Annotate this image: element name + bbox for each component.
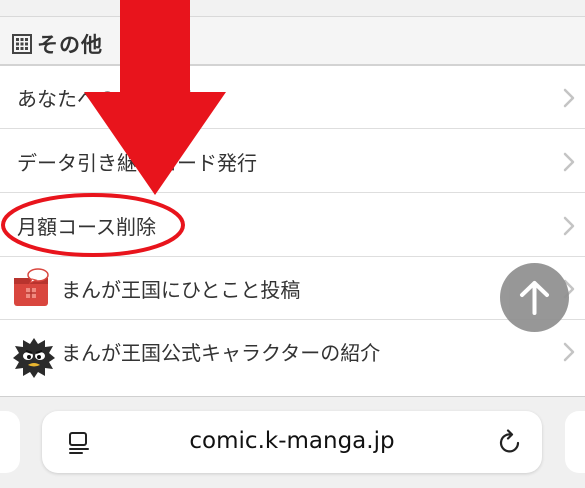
menu-item-label: データ引き継ぎコード発行 [17, 151, 257, 175]
chevron-right-icon [563, 342, 575, 362]
scroll-to-top-button[interactable] [500, 263, 569, 332]
chevron-right-icon [563, 88, 575, 108]
arrow-up-icon [520, 281, 549, 315]
section-title: その他 [37, 33, 103, 57]
menu-item-cancel-subscription[interactable]: 月額コース削除 [0, 194, 585, 257]
mascot-icon [13, 338, 55, 378]
menu-item-post-comment[interactable]: まんが王国にひとこと投稿 [0, 257, 585, 320]
menu-item-label: まんが王国にひとこと投稿 [61, 278, 301, 302]
browser-toolbar: comic.k-manga.jp [0, 396, 585, 488]
section-header: その他 [0, 16, 585, 66]
address-bar[interactable]: comic.k-manga.jp [42, 411, 542, 473]
mailbox-icon [14, 268, 49, 306]
grid-icon [12, 34, 32, 54]
menu-item-label: あなたへのおすすめ [17, 87, 197, 111]
chevron-right-icon [563, 216, 575, 236]
reload-icon[interactable] [498, 429, 522, 455]
top-strip [0, 0, 585, 16]
menu-item-label: 月額コース削除 [17, 215, 156, 239]
menu-item-recommend[interactable]: あなたへのおすすめ [0, 66, 585, 129]
menu-item-characters[interactable]: まんが王国公式キャラクターの紹介 [0, 320, 585, 396]
chevron-right-icon [563, 152, 575, 172]
next-tab-preview[interactable] [565, 411, 585, 473]
url-text: comic.k-manga.jp [189, 428, 395, 454]
menu-item-transfer-code[interactable]: データ引き継ぎコード発行 [0, 130, 585, 193]
previous-tab-preview[interactable] [0, 411, 20, 473]
menu-item-label: まんが王国公式キャラクターの紹介 [61, 341, 381, 365]
